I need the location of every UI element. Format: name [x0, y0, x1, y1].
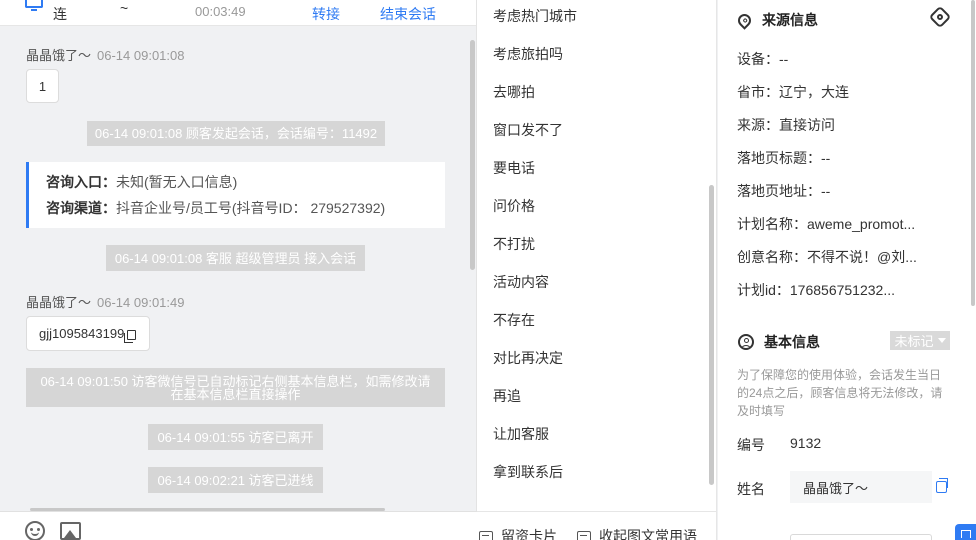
quick-reply-item[interactable]: 要电话	[493, 158, 535, 178]
consult-entry-label: 咨询入口：	[46, 174, 116, 190]
quick-reply-list[interactable]: 考虑热门城市 考虑旅拍吗 去哪拍 窗口发不了 要电话 问价格 不打扰 活动内容 …	[493, 0, 703, 490]
consult-entry-value: 未知(暂无入口信息)	[116, 174, 238, 190]
quick-reply-item[interactable]: 考虑旅拍吗	[493, 44, 563, 64]
source-info-title: 来源信息	[735, 10, 818, 30]
source-field-origin: 来源：直接访问	[737, 117, 835, 133]
chat-scrollbar[interactable]	[470, 40, 475, 270]
customer-info-panel: 来源信息 设备：-- 省市：辽宁，大连 来源：直接访问 落地页标题：-- 落地页…	[718, 0, 976, 540]
image-icon[interactable]	[60, 522, 81, 540]
quick-reply-item[interactable]: 拿到联系后	[493, 462, 563, 482]
quick-reply-scrollbar[interactable]	[709, 185, 714, 485]
quick-reply-item[interactable]: 让加客服	[493, 424, 549, 444]
name-input[interactable]	[790, 471, 932, 503]
source-field-device: 设备：--	[737, 51, 789, 67]
transfer-button[interactable]: 转接	[312, 4, 340, 24]
quick-reply-item[interactable]: 问价格	[493, 196, 535, 216]
name-label: 姓名	[737, 481, 765, 497]
source-field-creative-name: 创意名称：不得不说！@刘...	[737, 249, 917, 265]
quick-reply-panel: 考虑热门城市 考虑旅拍吗 去哪拍 窗口发不了 要电话 问价格 不打扰 活动内容 …	[477, 0, 717, 540]
message-time: 06-14 09:01:08	[97, 48, 185, 63]
chat-input-toolbar	[0, 511, 477, 540]
basic-info-title: 基本信息	[738, 332, 820, 352]
id-value: 9132	[790, 435, 822, 451]
card-icon	[577, 530, 591, 540]
source-field-plan-name: 计划名称：aweme_promot...	[737, 216, 916, 232]
consult-entry-row: 咨询入口：未知(暂无入口信息)	[46, 172, 445, 198]
end-session-button[interactable]: 结束会话	[380, 4, 436, 24]
session-duration: 00:03:49	[195, 4, 246, 19]
quick-reply-item[interactable]: 不存在	[493, 310, 535, 330]
source-field-landing-title: 落地页标题：--	[737, 150, 831, 166]
quick-reply-item[interactable]: 考虑热门城市	[493, 6, 577, 26]
monitor-icon	[25, 0, 43, 11]
next-field-input[interactable]	[790, 534, 932, 540]
quick-reply-item[interactable]: 再追	[493, 386, 521, 406]
settings-icon[interactable]	[928, 5, 952, 29]
consult-info-card: 咨询入口：未知(暂无入口信息) 咨询渠道：抖音企业号/员工号(抖音号ID： 27…	[26, 162, 445, 228]
quick-reply-item[interactable]: 窗口发不了	[493, 120, 563, 140]
lead-card-button[interactable]: 留资卡片	[479, 526, 557, 540]
user-icon	[738, 334, 754, 350]
consult-channel-row: 咨询渠道：抖音企业号/员工号(抖音号ID： 279527392)	[46, 198, 445, 224]
lead-card-label: 留资卡片	[501, 528, 557, 540]
chat-messages[interactable]: 晶晶饿了～ 06-14 09:01:08 1 06-14 09:01:08 顾客发…	[0, 26, 468, 510]
quick-reply-item[interactable]: 活动内容	[493, 272, 549, 292]
card-icon	[479, 530, 493, 540]
source-field-landing-url: 落地页地址：--	[737, 183, 831, 199]
sender-name: 晶晶饿了～	[26, 295, 92, 310]
chat-panel: 连 ~ 00:03:49 转接 结束会话 晶晶饿了～ 06-14 09:01:08…	[0, 0, 477, 540]
info-scrollbar[interactable]	[971, 0, 975, 306]
consult-channel-value: 抖音企业号/员工号(抖音号ID： 279527392)	[116, 200, 386, 216]
quick-reply-item[interactable]: 对比再决定	[493, 348, 563, 368]
system-message: 06-14 09:02:21 访客已进线	[148, 467, 323, 493]
message-text: 1	[38, 78, 47, 94]
emoji-icon[interactable]	[25, 521, 45, 540]
system-message: 06-14 09:01:55 访客已离开	[148, 424, 323, 450]
message-bubble[interactable]: gjj1095843199	[26, 316, 150, 351]
quick-reply-item[interactable]: 去哪拍	[493, 82, 535, 102]
quick-reply-item[interactable]: 不打扰	[493, 234, 535, 254]
id-label: 编号	[737, 437, 765, 453]
message-sender: 晶晶饿了～ 06-14 09:01:49	[26, 292, 184, 311]
quick-reply-toolbar: 留资卡片 收起图文常用语	[477, 511, 716, 540]
message-sender: 晶晶饿了～ 06-14 09:01:08	[26, 45, 184, 64]
chevron-down-icon	[937, 338, 946, 343]
message-time: 06-14 09:01:49	[97, 295, 185, 310]
source-field-region: 省市：辽宁，大连	[737, 84, 849, 100]
copy-icon[interactable]	[936, 478, 948, 493]
collapse-phrases-button[interactable]: 收起图文常用语	[577, 526, 697, 540]
system-message: 06-14 09:01:08 客服 超级管理员 接入会话	[106, 245, 365, 271]
source-info-title-text: 来源信息	[762, 12, 818, 28]
session-location: 连	[53, 6, 67, 22]
tag-status-dropdown[interactable]: 未标记	[890, 331, 950, 350]
message-text: gjj1095843199	[39, 326, 125, 341]
session-separator: ~	[120, 0, 129, 16]
edit-notice: 为了保障您的使用体验，会话发生当日的24点之后，顾客信息将无法修改，请及时填写	[737, 368, 943, 418]
location-pin-icon	[735, 10, 754, 30]
tag-status-label: 未标记	[894, 334, 934, 349]
system-message: 06-14 09:01:50 访客微信号已自动标记右侧基本信息栏，如需修改请在基…	[26, 368, 445, 407]
consult-channel-label: 咨询渠道：	[46, 200, 116, 216]
sender-name: 晶晶饿了～	[26, 48, 92, 63]
source-field-plan-id: 计划id：176856751232...	[737, 282, 895, 298]
basic-info-title-text: 基本信息	[764, 334, 820, 350]
collapse-phrases-label: 收起图文常用语	[599, 528, 697, 540]
system-message: 06-14 09:01:08 顾客发起会话，会话编号：11492	[87, 121, 385, 146]
message-bubble: 1	[26, 69, 59, 103]
session-header: 连 ~ 00:03:49 转接 结束会话	[0, 0, 476, 26]
copy-icon[interactable]	[124, 329, 137, 343]
float-action-button[interactable]	[955, 524, 976, 540]
